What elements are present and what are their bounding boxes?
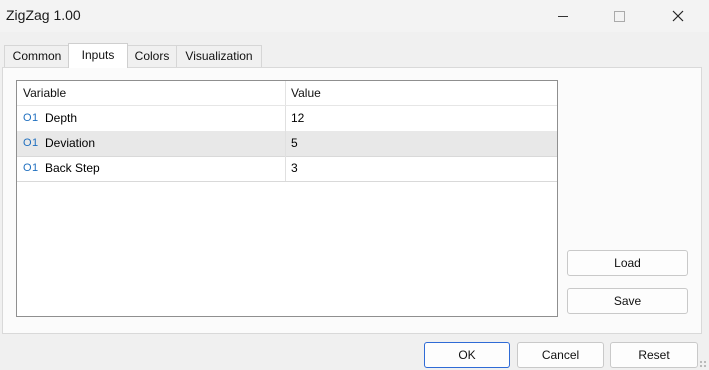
- value-cell[interactable]: 3: [291, 156, 298, 181]
- cancel-button[interactable]: Cancel: [517, 342, 604, 368]
- tab-visualization[interactable]: Visualization: [176, 45, 262, 67]
- close-icon: [672, 10, 684, 22]
- value-cell[interactable]: 5: [291, 131, 298, 156]
- minimize-icon: [558, 15, 568, 17]
- ok-button[interactable]: OK: [424, 342, 510, 368]
- close-button[interactable]: [655, 0, 701, 32]
- table-row[interactable]: O1 Depth 12: [17, 106, 557, 132]
- tab-common[interactable]: Common: [4, 45, 70, 67]
- cell-divider: [285, 156, 286, 181]
- inputs-grid[interactable]: Variable Value O1 Depth 12 O1 Deviation …: [16, 80, 558, 317]
- tab-inputs[interactable]: Inputs: [68, 43, 128, 68]
- resize-grip-icon[interactable]: [699, 360, 707, 368]
- input-parameter-icon: O1: [23, 112, 39, 124]
- cell-divider: [285, 106, 286, 131]
- column-divider[interactable]: [285, 81, 286, 105]
- title-bar: ZigZag 1.00: [0, 0, 709, 32]
- variable-name: Back Step: [45, 161, 100, 175]
- maximize-button[interactable]: [596, 0, 642, 32]
- tab-label: Inputs: [81, 48, 115, 62]
- cell-divider: [285, 131, 286, 156]
- tab-label: Common: [12, 49, 62, 63]
- window-title: ZigZag 1.00: [6, 7, 81, 23]
- table-row[interactable]: O1 Back Step 3: [17, 156, 557, 182]
- maximize-icon: [613, 10, 625, 22]
- value-cell[interactable]: 12: [291, 106, 304, 131]
- column-header-variable[interactable]: Variable: [23, 81, 66, 105]
- load-button[interactable]: Load: [567, 250, 688, 276]
- input-parameter-icon: O1: [23, 162, 39, 174]
- tab-label: Visualization: [185, 49, 253, 63]
- tab-label: Colors: [134, 49, 170, 63]
- save-button[interactable]: Save: [567, 288, 688, 314]
- reset-button[interactable]: Reset: [610, 342, 698, 368]
- variable-name: Deviation: [45, 136, 96, 150]
- variable-name: Depth: [45, 111, 78, 125]
- tab-colors[interactable]: Colors: [126, 45, 178, 67]
- table-row[interactable]: O1 Deviation 5: [17, 131, 557, 157]
- input-parameter-icon: O1: [23, 137, 39, 149]
- column-header-value[interactable]: Value: [291, 81, 321, 105]
- minimize-button[interactable]: [540, 0, 586, 32]
- grid-header: Variable Value: [17, 81, 557, 106]
